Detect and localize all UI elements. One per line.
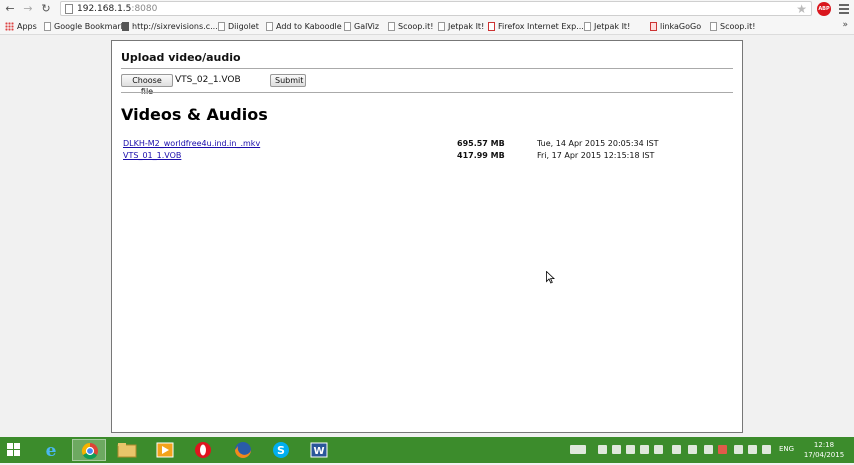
svg-text:S: S	[277, 444, 285, 457]
file-date: Fri, 17 Apr 2015 12:15:18 IST	[537, 151, 655, 160]
bookmarks-overflow-chevron-icon[interactable]: »	[842, 20, 848, 30]
reload-icon[interactable]: ↻	[39, 2, 53, 16]
submit-button[interactable]: Submit	[270, 74, 306, 87]
taskbar: e S W ENG 12:18 17/04/2015	[0, 437, 854, 463]
page-icon	[710, 22, 717, 31]
tray-app-icon[interactable]	[640, 445, 649, 454]
system-clock[interactable]: 12:18 17/04/2015	[800, 440, 848, 460]
media-player-icon	[156, 442, 174, 458]
url-host: 192.168.1.5	[77, 4, 132, 14]
opera-icon	[195, 442, 211, 458]
taskbar-word[interactable]: W	[302, 439, 336, 461]
file-size: 417.99 MB	[457, 151, 505, 160]
bookmark-sixrevisions[interactable]: http://sixrevisions.c...	[122, 20, 218, 33]
language-indicator[interactable]: ENG	[779, 445, 794, 453]
page-icon	[218, 22, 225, 31]
page-content: Upload video/audio Choose file VTS_02_1.…	[111, 40, 743, 433]
word-icon: W	[310, 442, 328, 458]
bookmark-jetpak-it-2[interactable]: Jetpak It!	[584, 20, 630, 33]
site-favicon-icon	[122, 22, 129, 31]
mouse-cursor-icon	[546, 271, 555, 284]
file-link[interactable]: VTS_01_1.VOB	[123, 151, 181, 160]
bookmark-galviz[interactable]: GalViz	[344, 20, 379, 33]
file-date: Tue, 14 Apr 2015 20:05:34 IST	[537, 139, 659, 148]
linkagogo-favicon-icon	[650, 22, 657, 31]
signal-icon[interactable]	[688, 445, 697, 454]
bookmark-apps[interactable]: Apps	[5, 20, 37, 33]
tray-app-icon[interactable]	[654, 445, 663, 454]
bluetooth-icon[interactable]	[672, 445, 681, 454]
bookmark-scoop-it-2[interactable]: Scoop.it!	[710, 20, 755, 33]
table-row: VTS_01_1.VOB 417.99 MB Fri, 17 Apr 2015 …	[112, 151, 742, 163]
bookmark-add-to-kaboodle[interactable]: Add to Kaboodle	[266, 20, 342, 33]
adblock-plus-icon[interactable]: ABP	[817, 2, 831, 16]
firefox-favicon-icon	[488, 22, 495, 31]
firefox-icon	[235, 442, 251, 458]
upload-title: Upload video/audio	[121, 51, 241, 64]
page-icon	[584, 22, 591, 31]
forward-arrow-icon[interactable]: →	[21, 2, 35, 16]
address-bar[interactable]: 192.168.1.5:8080 ★	[60, 1, 812, 16]
page-icon	[44, 22, 51, 31]
clock-time: 12:18	[813, 441, 835, 449]
taskbar-firefox[interactable]	[226, 439, 260, 461]
folder-icon	[117, 443, 137, 458]
keyboard-icon[interactable]	[570, 445, 586, 454]
bookmark-scoop-it[interactable]: Scoop.it!	[388, 20, 433, 33]
divider	[121, 68, 733, 69]
taskbar-opera[interactable]	[186, 439, 220, 461]
bookmark-jetpak-it[interactable]: Jetpak It!	[438, 20, 484, 33]
taskbar-chrome[interactable]	[72, 439, 106, 461]
chrome-icon	[81, 442, 98, 460]
network-icon[interactable]	[704, 445, 713, 454]
bookmark-google-bookmark[interactable]: Google Bookmark	[44, 20, 125, 33]
url-text[interactable]: 192.168.1.5:8080	[77, 3, 157, 15]
taskbar-skype[interactable]: S	[264, 439, 298, 461]
file-link[interactable]: DLKH-M2_worldfree4u.ind.in_.mkv	[123, 139, 260, 148]
taskbar-media-player[interactable]	[148, 439, 182, 461]
tray-app-icon[interactable]	[626, 445, 635, 454]
taskbar-file-explorer[interactable]	[110, 439, 144, 461]
bookmark-firefox-internet-exp[interactable]: Firefox Internet Exp...	[488, 20, 584, 33]
back-arrow-icon[interactable]: ←	[3, 2, 17, 16]
divider	[121, 92, 733, 93]
check-icon[interactable]	[612, 445, 621, 454]
clock-date: 17/04/2015	[803, 451, 845, 459]
file-size: 695.57 MB	[457, 139, 505, 148]
volume-icon[interactable]	[762, 445, 771, 454]
page-icon	[344, 22, 351, 31]
page-icon	[266, 22, 273, 31]
windows-start-icon[interactable]	[7, 443, 21, 457]
svg-text:W: W	[313, 446, 324, 457]
tray-app-icon[interactable]	[598, 445, 607, 454]
page-icon	[388, 22, 395, 31]
bookmark-linkagogo[interactable]: linkaGoGo	[650, 20, 701, 33]
bookmark-star-icon[interactable]: ★	[796, 2, 807, 16]
apps-grid-icon	[5, 22, 14, 31]
page-icon	[65, 4, 73, 14]
bookmarks-bar: Apps Google Bookmark http://sixrevisions…	[0, 19, 854, 35]
url-port: :8080	[131, 4, 158, 14]
skype-icon: S	[273, 442, 289, 458]
bookmark-diigolet[interactable]: Diigolet	[218, 20, 259, 33]
taskbar-internet-explorer[interactable]: e	[34, 439, 68, 461]
page-icon	[438, 22, 445, 31]
videos-heading: Videos & Audios	[121, 105, 268, 124]
browser-toolbar: ← → ↻ 192.168.1.5:8080 ★ ABP	[0, 0, 854, 20]
pdf-icon[interactable]	[718, 445, 727, 454]
flag-icon[interactable]	[734, 445, 743, 454]
table-row: DLKH-M2_worldfree4u.ind.in_.mkv 695.57 M…	[112, 139, 742, 151]
battery-icon[interactable]	[748, 445, 757, 454]
selected-file-name: VTS_02_1.VOB	[175, 75, 241, 85]
internet-explorer-icon: e	[46, 441, 57, 461]
svg-text:e: e	[46, 441, 57, 461]
choose-file-button[interactable]: Choose file	[121, 74, 173, 96]
chrome-menu-icon[interactable]	[838, 2, 850, 16]
